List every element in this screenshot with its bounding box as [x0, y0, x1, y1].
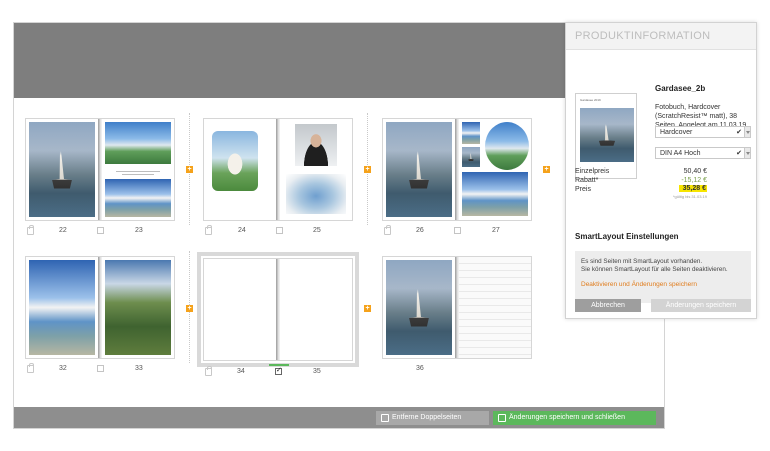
lock-icon[interactable]: [27, 363, 34, 373]
photo-lake-view[interactable]: [105, 122, 171, 164]
add-spread-icon[interactable]: +: [364, 166, 371, 173]
page-24[interactable]: [204, 119, 276, 220]
discount-value: -15,12 €: [681, 177, 707, 184]
lock-icon[interactable]: [27, 225, 34, 235]
photo-collage-round[interactable]: [485, 122, 529, 170]
product-info-panel: PRODUKTINFORMATION Gardasee 2019 Gardase…: [565, 22, 757, 319]
check-icon: ✔: [736, 150, 742, 157]
lock-icon[interactable]: [205, 225, 212, 235]
page-number: 35: [313, 368, 321, 375]
page-22[interactable]: [26, 119, 98, 220]
page-number: 26: [416, 227, 424, 234]
photo-portrait[interactable]: [295, 124, 337, 166]
format-select-value: DIN A4 Hoch: [660, 150, 701, 157]
add-spread-icon[interactable]: +: [186, 305, 193, 312]
page-34[interactable]: [204, 259, 276, 360]
add-spread-icon[interactable]: +: [543, 166, 550, 173]
panel-header: PRODUKTINFORMATION: [566, 23, 756, 50]
check-icon: ✔: [736, 129, 742, 136]
price-validity-note: *gültig bis 31.03.19: [672, 194, 707, 199]
chevron-down-icon[interactable]: [744, 147, 751, 159]
discount-label: Rabatt*: [575, 177, 599, 184]
photo-collage-1[interactable]: [462, 122, 480, 144]
thumbnail-photo: [580, 108, 634, 162]
photo-sailboat[interactable]: [386, 122, 452, 217]
lock-icon[interactable]: [205, 366, 212, 376]
page-checkbox-checked[interactable]: [275, 366, 282, 375]
page-number: 24: [238, 227, 246, 234]
cancel-label: Abbrechen: [591, 302, 625, 309]
product-title: Gardasee_2b: [655, 84, 706, 93]
page-number: 27: [492, 227, 500, 234]
page-number: 23: [135, 227, 143, 234]
page-checkbox[interactable]: [97, 365, 104, 372]
unit-price-label: Einzelpreis: [575, 168, 610, 175]
lock-icon[interactable]: [384, 225, 391, 235]
save-changes-label: Änderungen speichern: [665, 302, 737, 309]
spread-34-35[interactable]: [197, 252, 359, 367]
trash-icon: [381, 414, 389, 422]
save-and-close-label: Änderungen speichern und schließen: [509, 414, 625, 421]
smartlayout-title: SmartLayout Einstellungen: [575, 232, 679, 241]
add-spread-icon[interactable]: +: [364, 305, 371, 312]
photo-collage-2[interactable]: [462, 147, 480, 167]
smartlayout-box: Es sind Seiten mit SmartLayout vorhanden…: [575, 251, 751, 303]
photo-sailboat[interactable]: [386, 260, 452, 355]
page-endpaper: [459, 257, 531, 358]
page-35[interactable]: [280, 259, 352, 360]
product-thumbnail: Gardasee 2019: [575, 93, 637, 179]
page-23[interactable]: [102, 119, 174, 220]
page-checkbox[interactable]: [97, 227, 104, 234]
editor-bottom-bar: Entferne Doppelseiten Änderungen speiche…: [14, 407, 664, 428]
photo-sailboat[interactable]: [29, 122, 95, 217]
page-number: 32: [59, 365, 67, 372]
remove-spreads-button[interactable]: Entferne Doppelseiten: [376, 411, 489, 425]
page-number: 33: [135, 365, 143, 372]
page-number: 36: [416, 365, 424, 372]
photo-alpaca[interactable]: [212, 131, 258, 191]
add-spread-icon[interactable]: +: [186, 166, 193, 173]
page-number: 34: [237, 368, 245, 375]
caption-line: [122, 174, 154, 175]
remove-spreads-label: Entferne Doppelseiten: [392, 414, 462, 421]
caption-line: [116, 171, 160, 172]
page-27[interactable]: [459, 119, 531, 220]
cancel-button[interactable]: Abbrechen: [575, 299, 641, 312]
photo-collage-3[interactable]: [462, 172, 528, 216]
page-checkbox[interactable]: [454, 227, 461, 234]
panel-title: PRODUKTINFORMATION: [575, 30, 711, 42]
save-changes-button[interactable]: Änderungen speichern: [651, 299, 751, 312]
page-number: 25: [313, 227, 321, 234]
photo-panorama[interactable]: [105, 179, 171, 217]
photo-vignette[interactable]: [286, 174, 346, 214]
total-price-value: 35,28 €: [679, 185, 707, 192]
total-price-label: Preis: [575, 186, 591, 193]
unit-price-value: 50,40 €: [683, 168, 707, 175]
cover-select-value: Hardcover: [660, 129, 693, 136]
page-checkbox[interactable]: [276, 227, 283, 234]
thumbnail-title: Gardasee 2019: [580, 98, 601, 102]
page-26[interactable]: [383, 119, 455, 220]
page-number: 22: [59, 227, 67, 234]
spread-22-23[interactable]: [25, 118, 175, 221]
spread-24-25[interactable]: [203, 118, 353, 221]
page-33[interactable]: [102, 257, 174, 358]
cover-select[interactable]: Hardcover ✔: [655, 126, 751, 138]
save-icon: [498, 414, 506, 422]
page-25[interactable]: [280, 119, 352, 220]
spread-36[interactable]: [382, 256, 532, 359]
page-36[interactable]: [383, 257, 455, 358]
save-and-close-button[interactable]: Änderungen speichern und schließen: [493, 411, 656, 425]
photo-lake-valley[interactable]: [29, 260, 95, 355]
spread-26-27[interactable]: [382, 118, 532, 221]
chevron-down-icon[interactable]: [744, 126, 751, 138]
deactivate-smartlayout-link[interactable]: Deaktivieren und Änderungen speichern: [581, 281, 697, 288]
page-32[interactable]: [26, 257, 98, 358]
format-select[interactable]: DIN A4 Hoch ✔: [655, 147, 751, 159]
smartlayout-text-1: Es sind Seiten mit SmartLayout vorhanden…: [581, 258, 703, 265]
spread-32-33[interactable]: [25, 256, 175, 359]
photo-forest[interactable]: [105, 260, 171, 355]
smartlayout-text-2: Sie können SmartLayout für alle Seiten d…: [581, 266, 728, 273]
